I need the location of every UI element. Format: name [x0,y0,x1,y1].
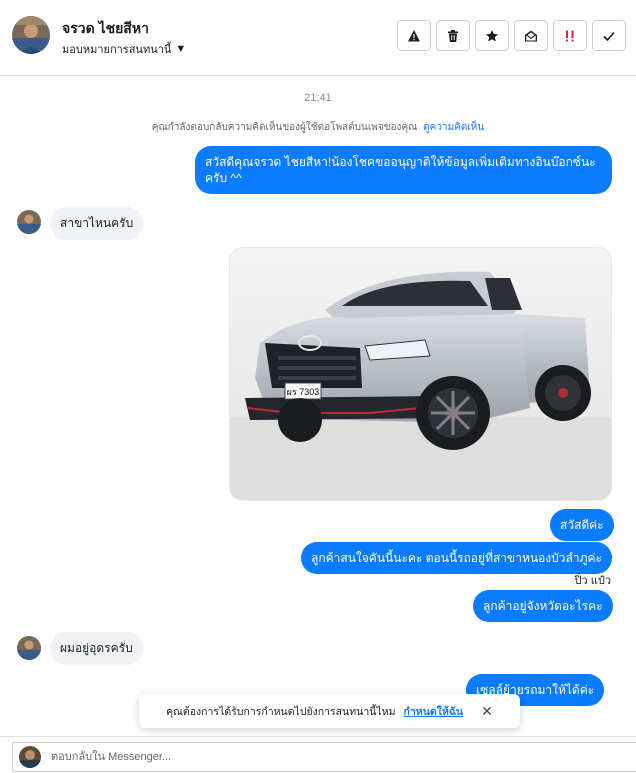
star-icon [486,29,498,41]
contact-avatar[interactable] [12,16,50,54]
incoming-message: สาขาไหนครับ [50,207,144,240]
outgoing-message: สวัสดีคุณจรวด ไชยสีหา!น้องโชคขออนุญาติให… [195,146,612,194]
message-thread[interactable]: 21:41 คุณกำลังตอบกลับความคิดเห็นของผู้ใช… [0,76,636,736]
header-actions [397,20,626,51]
conversation-header: จรวด ไชยสีหา มอบหมายการสนทนานี้ ▼ [0,0,636,76]
mark-unread-button[interactable] [514,20,548,51]
message-timestamp: 21:41 [304,92,332,104]
page-avatar [19,746,41,768]
sender-name: ปิ๋ว แป๋ว [574,575,611,587]
sender-avatar [17,636,41,660]
composer-box [12,742,636,772]
assign-dropdown[interactable]: มอบหมายการสนทนานี้ ▼ [62,40,186,58]
check-icon [603,31,615,41]
report-button[interactable] [397,20,431,51]
car-photo[interactable]: ผร 7303 [229,247,612,501]
license-plate: ผร 7303 [287,387,320,397]
trash-icon [448,29,458,42]
reply-composer [0,736,636,773]
mark-unread-icon [525,30,537,41]
sender-avatar [17,210,41,234]
caret-down-icon: ▼ [175,42,187,55]
spam-button[interactable] [553,20,587,51]
view-comment-link[interactable]: ดูความคิดเห็น [423,122,484,133]
assign-prompt-text: คุณต้องการได้รับการกำหนดไปยังการสนทนานี้… [166,705,396,718]
delete-button[interactable] [436,20,470,51]
messenger-reply-input[interactable] [51,748,451,766]
reply-context: คุณกำลังตอบกลับความคิดเห็นของผู้ใช้ต่อโพ… [0,120,636,135]
close-icon[interactable]: ✕ [481,703,493,720]
outgoing-message: สวัสดีค่ะ [550,509,614,541]
assign-label: มอบหมายการสนทนานี้ [62,44,172,56]
assign-prompt-banner: คุณต้องการได้รับการกำหนดไปยังการสนทนานี้… [139,694,520,728]
incoming-message: ผมอยู่อุดรครับ [50,632,143,665]
done-button[interactable] [592,20,626,51]
outgoing-message: ลูกค้าสนใจคันนี้นะคะ ตอนนี้รถอยู่ที่สาขา… [301,542,612,574]
star-button[interactable] [475,20,509,51]
outgoing-message: ลูกค้าอยู่จังหวัดอะไรคะ [473,590,613,622]
reply-context-text: คุณกำลังตอบกลับความคิดเห็นของผู้ใช้ต่อโพ… [151,122,418,133]
assign-to-me-link[interactable]: กำหนดให้ฉัน [404,703,464,720]
report-icon [408,29,420,41]
contact-name[interactable]: จรวด ไชยสีหา [62,18,149,40]
spam-icon [566,30,574,41]
